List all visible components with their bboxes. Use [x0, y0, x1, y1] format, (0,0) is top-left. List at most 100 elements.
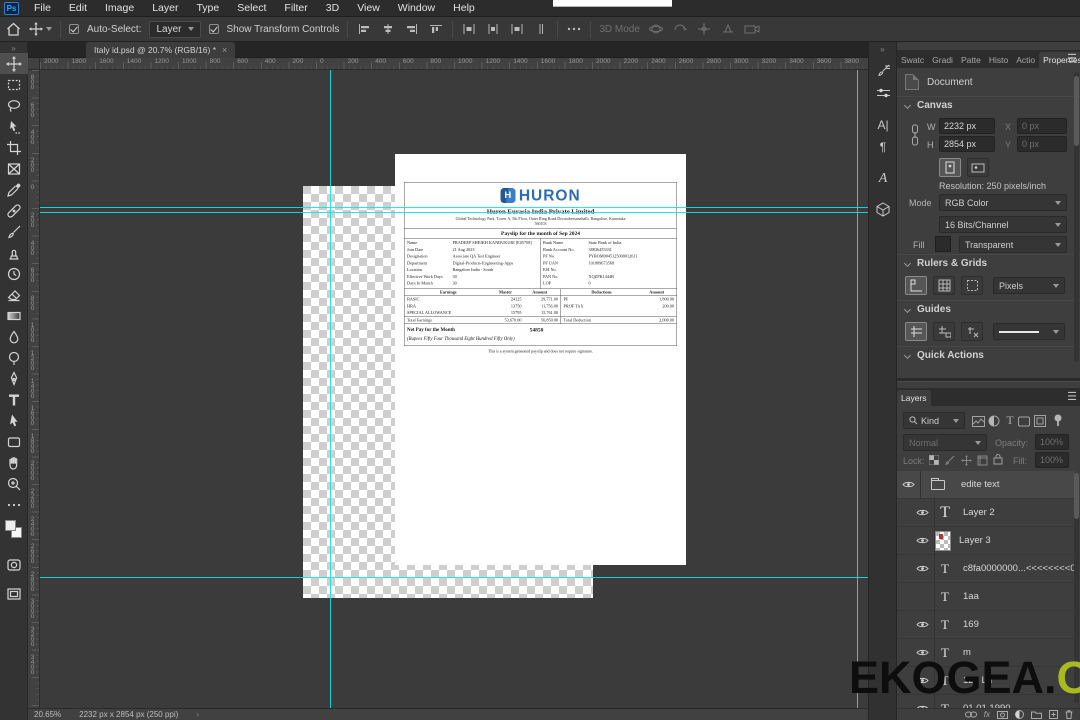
edit-toolbar-icon[interactable]: [0, 494, 28, 515]
show-guides-button[interactable]: [905, 322, 927, 341]
filter-adjustment-layers-icon[interactable]: [987, 414, 1001, 428]
lock-all-icon[interactable]: [991, 452, 1005, 466]
move-tool[interactable]: [0, 53, 28, 74]
panel-menu-icon[interactable]: ☰: [1067, 52, 1077, 65]
layer-mask-icon[interactable]: [997, 710, 1008, 719]
rectangular-marquee-tool[interactable]: [0, 74, 28, 95]
move-tool-preset[interactable]: [29, 22, 52, 36]
zoom-level-field[interactable]: 20.65%: [34, 710, 61, 719]
filter-shape-layers-icon[interactable]: [1017, 414, 1031, 428]
clone-stamp-tool[interactable]: [0, 242, 28, 263]
menu-item[interactable]: View: [348, 0, 389, 16]
landscape-orientation-button[interactable]: [967, 158, 989, 177]
canvas-section-header[interactable]: Canvas: [903, 100, 953, 111]
portrait-orientation-button[interactable]: [939, 158, 961, 177]
distribute-center-icon[interactable]: [485, 22, 501, 36]
photoshop-logo-icon[interactable]: Ps: [4, 1, 19, 15]
tab-layers[interactable]: Layers: [897, 390, 931, 406]
toolbar-collapse-icon[interactable]: »: [0, 44, 27, 53]
menu-item[interactable]: Select: [228, 0, 275, 16]
rectangle-shape-tool[interactable]: [0, 431, 28, 452]
panel-tab[interactable]: Patte: [957, 52, 985, 68]
foreground-color-swatch[interactable]: [5, 520, 16, 531]
rulers-grids-section-header[interactable]: Rulers & Grids: [903, 258, 987, 269]
lock-artboard-icon[interactable]: [975, 453, 989, 467]
document-tab[interactable]: Italy id.psd @ 20.7% (RGB/16) * ×: [86, 42, 236, 58]
layer-row[interactable]: T 1aa: [897, 582, 1075, 611]
show-transform-checkbox[interactable]: [208, 24, 219, 34]
layer-row[interactable]: T Layer 3: [897, 526, 1075, 555]
eyedropper-tool[interactable]: [0, 179, 28, 200]
filter-smart-objects-icon[interactable]: [1033, 414, 1047, 428]
filter-toggle-pin-icon[interactable]: [1051, 413, 1065, 427]
layer-visibility-toggle[interactable]: [911, 610, 935, 639]
status-chevron-icon[interactable]: ›: [196, 710, 199, 719]
ruler-vertical[interactable]: 800 600 400 200 0 200 400 600 800 1000 1200 1400 160…: [28, 70, 40, 708]
ruler-units-dropdown[interactable]: Pixels: [993, 277, 1065, 294]
lock-pixels-icon[interactable]: [943, 453, 957, 467]
grid-toggle-button[interactable]: [933, 276, 955, 295]
type-tool[interactable]: [0, 389, 28, 410]
vertical-guide[interactable]: [857, 70, 858, 708]
paragraph-panel-icon[interactable]: ¶: [869, 136, 897, 158]
panel-tab[interactable]: Histo: [985, 52, 1012, 68]
home-icon[interactable]: [6, 22, 21, 36]
lock-guides-button[interactable]: [933, 322, 955, 341]
guide-style-dropdown[interactable]: [993, 323, 1065, 340]
fill-swatch[interactable]: [935, 236, 951, 252]
align-center-horizontal-icon[interactable]: [380, 22, 396, 36]
horizontal-guide[interactable]: [40, 577, 868, 578]
rulers-toggle-button[interactable]: [905, 276, 927, 295]
hand-tool[interactable]: [0, 452, 28, 473]
eraser-tool[interactable]: [0, 284, 28, 305]
menu-item[interactable]: Type: [187, 0, 228, 16]
panel-tab[interactable]: Swatc: [897, 52, 928, 68]
layer-row[interactable]: T c8fa0000000...<<<<<<<<0 d: [897, 554, 1075, 583]
color-swatches[interactable]: [0, 518, 28, 548]
filter-pixel-layers-icon[interactable]: [971, 414, 985, 428]
layer-effects-icon[interactable]: fx: [984, 710, 990, 719]
height-input[interactable]: 2854 px: [939, 136, 995, 152]
panel-tab[interactable]: Gradi: [928, 52, 957, 68]
screen-mode-icon[interactable]: [0, 583, 28, 604]
layer-row[interactable]: T Layer 2: [897, 498, 1075, 527]
layer-visibility-toggle[interactable]: [897, 471, 921, 499]
tool-presets-panel-icon[interactable]: [869, 82, 897, 104]
menu-item[interactable]: File: [25, 0, 60, 16]
menu-item[interactable]: Help: [444, 0, 484, 16]
distribute-left-icon[interactable]: [461, 22, 477, 36]
character-panel-icon[interactable]: A|: [869, 114, 897, 136]
horizontal-guide[interactable]: [40, 207, 868, 208]
align-top-icon[interactable]: [428, 22, 444, 36]
fill-dropdown[interactable]: Transparent: [959, 236, 1067, 253]
more-options-icon[interactable]: [566, 22, 582, 36]
quick-actions-section-header[interactable]: Quick Actions: [903, 350, 984, 361]
close-icon[interactable]: ×: [222, 45, 227, 55]
link-dimensions-icon[interactable]: [911, 124, 919, 146]
brush-tool[interactable]: [0, 221, 28, 242]
layer-filter-kind-dropdown[interactable]: Kind: [903, 412, 965, 429]
adjustment-layer-icon[interactable]: [1015, 710, 1024, 719]
brush-settings-panel-icon[interactable]: [869, 60, 897, 82]
clear-guides-button[interactable]: [961, 322, 983, 341]
new-group-icon[interactable]: [1031, 711, 1042, 719]
new-layer-icon[interactable]: [1049, 710, 1058, 719]
horizontal-guide[interactable]: [40, 212, 868, 213]
align-left-icon[interactable]: [356, 22, 372, 36]
quick-mask-icon[interactable]: [0, 554, 28, 575]
layer-visibility-toggle[interactable]: [911, 498, 935, 527]
layer-visibility-toggle[interactable]: [911, 526, 935, 555]
align-right-icon[interactable]: [404, 22, 420, 36]
canvas-viewport[interactable]: H HURON Huron Eurasia India Private Limi…: [40, 70, 868, 708]
menu-item[interactable]: Filter: [275, 0, 316, 16]
menu-item[interactable]: Edit: [60, 0, 96, 16]
frame-tool[interactable]: [0, 158, 28, 179]
pen-tool[interactable]: [0, 368, 28, 389]
snap-toggle-button[interactable]: [961, 276, 983, 295]
menu-item[interactable]: 3D: [317, 0, 348, 16]
zoom-tool[interactable]: [0, 473, 28, 494]
layer-visibility-toggle[interactable]: [911, 554, 935, 583]
filter-type-layers-icon[interactable]: T: [1003, 413, 1017, 427]
layer-visibility-toggle[interactable]: [911, 582, 935, 611]
3d-panel-icon[interactable]: [869, 198, 897, 220]
